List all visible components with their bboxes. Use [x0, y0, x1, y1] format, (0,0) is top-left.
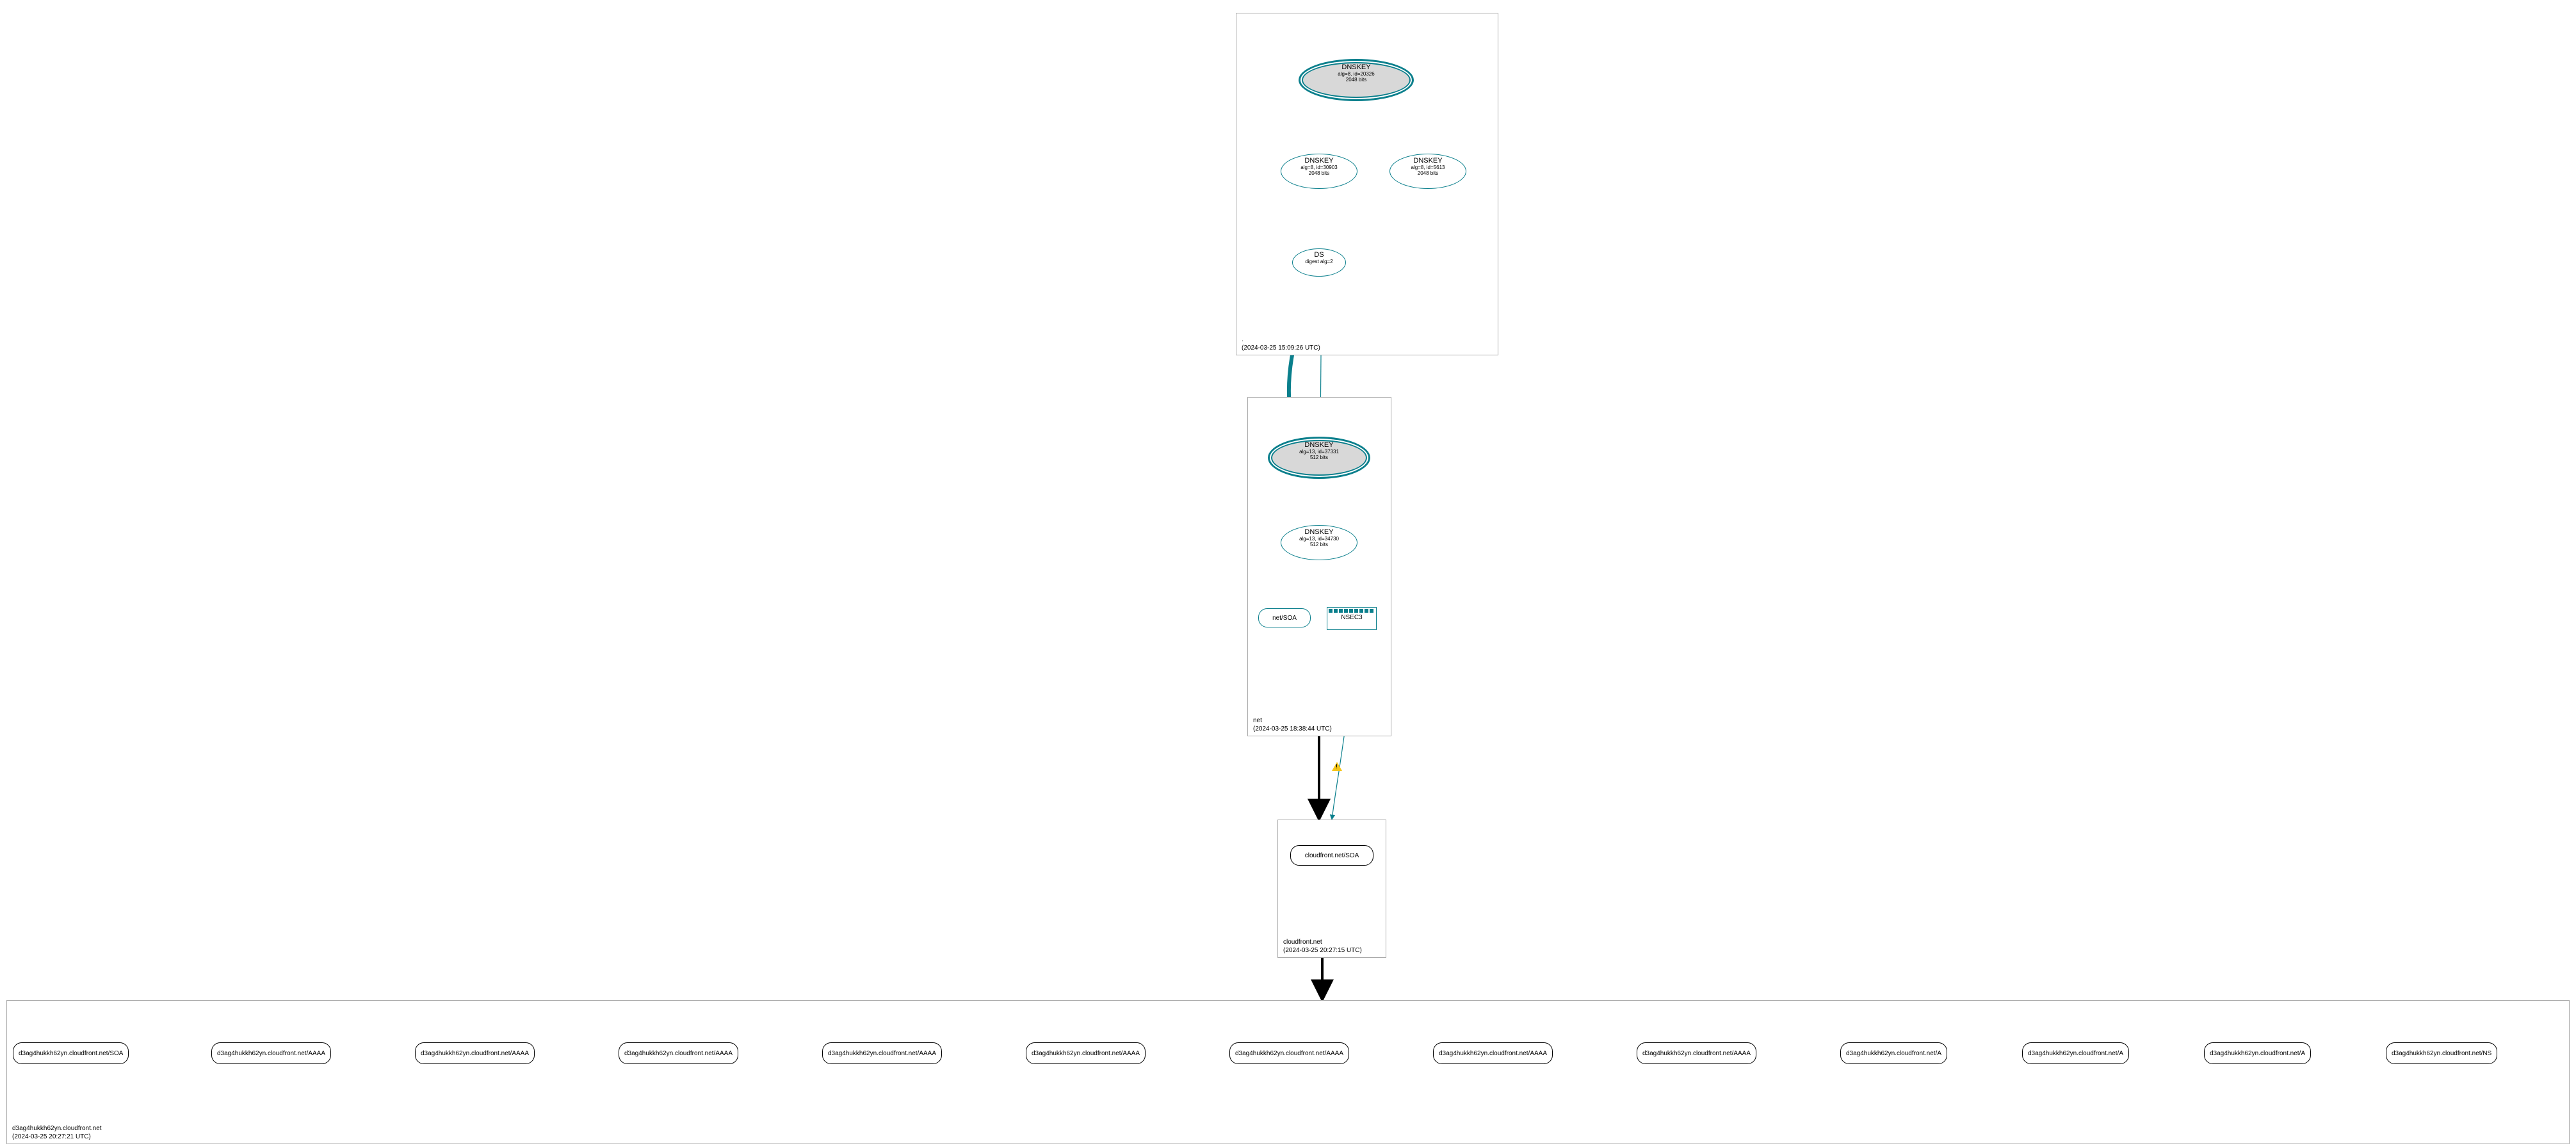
leaf-record: d3ag4hukkh62yn.cloudfront.net/A: [2204, 1042, 2311, 1064]
leaf-record: d3ag4hukkh62yn.cloudfront.net/AAAA: [619, 1042, 738, 1064]
leaf-record: d3ag4hukkh62yn.cloudfront.net/AAAA: [415, 1042, 535, 1064]
leaf-record-label: d3ag4hukkh62yn.cloudfront.net/SOA: [19, 1050, 123, 1057]
net-zsk-bits: 512 bits: [1281, 542, 1357, 547]
root-zsk2-bits: 2048 bits: [1390, 170, 1466, 176]
leaf-record: d3ag4hukkh62yn.cloudfront.net/SOA: [13, 1042, 129, 1064]
root-ds-digest: digest alg=2: [1293, 259, 1345, 264]
nsec3-hashbar: [1329, 609, 1375, 613]
net-zsk: DNSKEY alg=13, id=34730 512 bits: [1281, 525, 1357, 560]
net-ksk-title: DNSKEY: [1270, 441, 1368, 449]
root-ksk-alg: alg=8, id=20326: [1300, 71, 1412, 77]
net-nsec3: NSEC3: [1327, 607, 1377, 630]
leaf-record-label: d3ag4hukkh62yn.cloudfront.net/A: [1846, 1050, 1941, 1057]
leaf-record: d3ag4hukkh62yn.cloudfront.net/AAAA: [1637, 1042, 1756, 1064]
leaf-record: d3ag4hukkh62yn.cloudfront.net/A: [1840, 1042, 1947, 1064]
zone-root-label: . (2024-03-25 15:09:26 UTC): [1242, 336, 1320, 352]
root-zsk1-title: DNSKEY: [1281, 157, 1357, 165]
zone-net-label: net (2024-03-25 18:38:44 UTC): [1253, 717, 1332, 733]
zone-leaf-label: d3ag4hukkh62yn.cloudfront.net (2024-03-2…: [12, 1125, 102, 1141]
root-zsk1-bits: 2048 bits: [1281, 170, 1357, 176]
net-ksk-alg: alg=13, id=37331: [1270, 449, 1368, 455]
leaf-record: d3ag4hukkh62yn.cloudfront.net/AAAA: [211, 1042, 331, 1064]
root-zsk2-title: DNSKEY: [1390, 157, 1466, 165]
leaf-record-label: d3ag4hukkh62yn.cloudfront.net/A: [2028, 1050, 2123, 1057]
leaf-record: d3ag4hukkh62yn.cloudfront.net/AAAA: [1229, 1042, 1349, 1064]
zone-root-timestamp: (2024-03-25 15:09:26 UTC): [1242, 344, 1320, 353]
root-ds: DS digest alg=2: [1292, 248, 1346, 277]
root-ksk-title: DNSKEY: [1300, 63, 1412, 71]
zone-net-timestamp: (2024-03-25 18:38:44 UTC): [1253, 725, 1332, 734]
leaf-record: d3ag4hukkh62yn.cloudfront.net/AAAA: [822, 1042, 942, 1064]
leaf-record-label: d3ag4hukkh62yn.cloudfront.net/AAAA: [828, 1050, 936, 1057]
zone-cloudfront: cloudfront.net (2024-03-25 20:27:15 UTC): [1277, 820, 1386, 958]
dnssec-diagram: . (2024-03-25 15:09:26 UTC) DNSKEY alg=8…: [0, 0, 2576, 1148]
net-soa: net/SOA: [1258, 608, 1311, 627]
leaf-record-label: d3ag4hukkh62yn.cloudfront.net/AAAA: [217, 1050, 325, 1057]
root-ksk: DNSKEY alg=8, id=20326 2048 bits: [1299, 59, 1414, 101]
cloudfront-soa: cloudfront.net/SOA: [1290, 845, 1373, 866]
root-ksk-bits: 2048 bits: [1300, 77, 1412, 83]
zone-cloudfront-label: cloudfront.net (2024-03-25 20:27:15 UTC): [1283, 939, 1362, 955]
net-ksk: DNSKEY alg=13, id=37331 512 bits: [1268, 437, 1370, 479]
leaf-record-label: d3ag4hukkh62yn.cloudfront.net/NS: [2392, 1050, 2491, 1057]
net-nsec3-label: NSEC3: [1329, 614, 1375, 621]
net-ksk-bits: 512 bits: [1270, 455, 1368, 460]
leaf-record: d3ag4hukkh62yn.cloudfront.net/AAAA: [1433, 1042, 1553, 1064]
leaf-record-label: d3ag4hukkh62yn.cloudfront.net/AAAA: [624, 1050, 733, 1057]
root-zsk2-alg: alg=8, id=5613: [1390, 165, 1466, 170]
zone-cloudfront-name: cloudfront.net: [1283, 939, 1362, 947]
cloudfront-soa-label: cloudfront.net/SOA: [1305, 852, 1359, 859]
net-zsk-alg: alg=13, id=34730: [1281, 536, 1357, 542]
zone-cloudfront-timestamp: (2024-03-25 20:27:15 UTC): [1283, 947, 1362, 955]
zone-leaf-timestamp: (2024-03-25 20:27:21 UTC): [12, 1133, 102, 1142]
leaf-record: d3ag4hukkh62yn.cloudfront.net/A: [2022, 1042, 2129, 1064]
leaf-record-label: d3ag4hukkh62yn.cloudfront.net/AAAA: [1642, 1050, 1751, 1057]
zone-root-name: .: [1242, 336, 1320, 344]
leaf-record: d3ag4hukkh62yn.cloudfront.net/AAAA: [1026, 1042, 1146, 1064]
root-zsk1: DNSKEY alg=8, id=30903 2048 bits: [1281, 154, 1357, 189]
zone-leaf-name: d3ag4hukkh62yn.cloudfront.net: [12, 1125, 102, 1133]
leaf-record-label: d3ag4hukkh62yn.cloudfront.net/AAAA: [1439, 1050, 1547, 1057]
root-ds-title: DS: [1293, 251, 1345, 259]
warning-icon: [1332, 762, 1342, 771]
zone-leaf: d3ag4hukkh62yn.cloudfront.net (2024-03-2…: [6, 1000, 2570, 1144]
root-zsk2: DNSKEY alg=8, id=5613 2048 bits: [1389, 154, 1466, 189]
net-zsk-title: DNSKEY: [1281, 528, 1357, 536]
leaf-record: d3ag4hukkh62yn.cloudfront.net/NS: [2386, 1042, 2497, 1064]
root-zsk1-alg: alg=8, id=30903: [1281, 165, 1357, 170]
leaf-record-label: d3ag4hukkh62yn.cloudfront.net/AAAA: [1032, 1050, 1140, 1057]
net-soa-label: net/SOA: [1272, 615, 1297, 622]
leaf-record-label: d3ag4hukkh62yn.cloudfront.net/A: [2210, 1050, 2305, 1057]
leaf-record-label: d3ag4hukkh62yn.cloudfront.net/AAAA: [1235, 1050, 1343, 1057]
leaf-record-label: d3ag4hukkh62yn.cloudfront.net/AAAA: [421, 1050, 529, 1057]
zone-net-name: net: [1253, 717, 1332, 725]
